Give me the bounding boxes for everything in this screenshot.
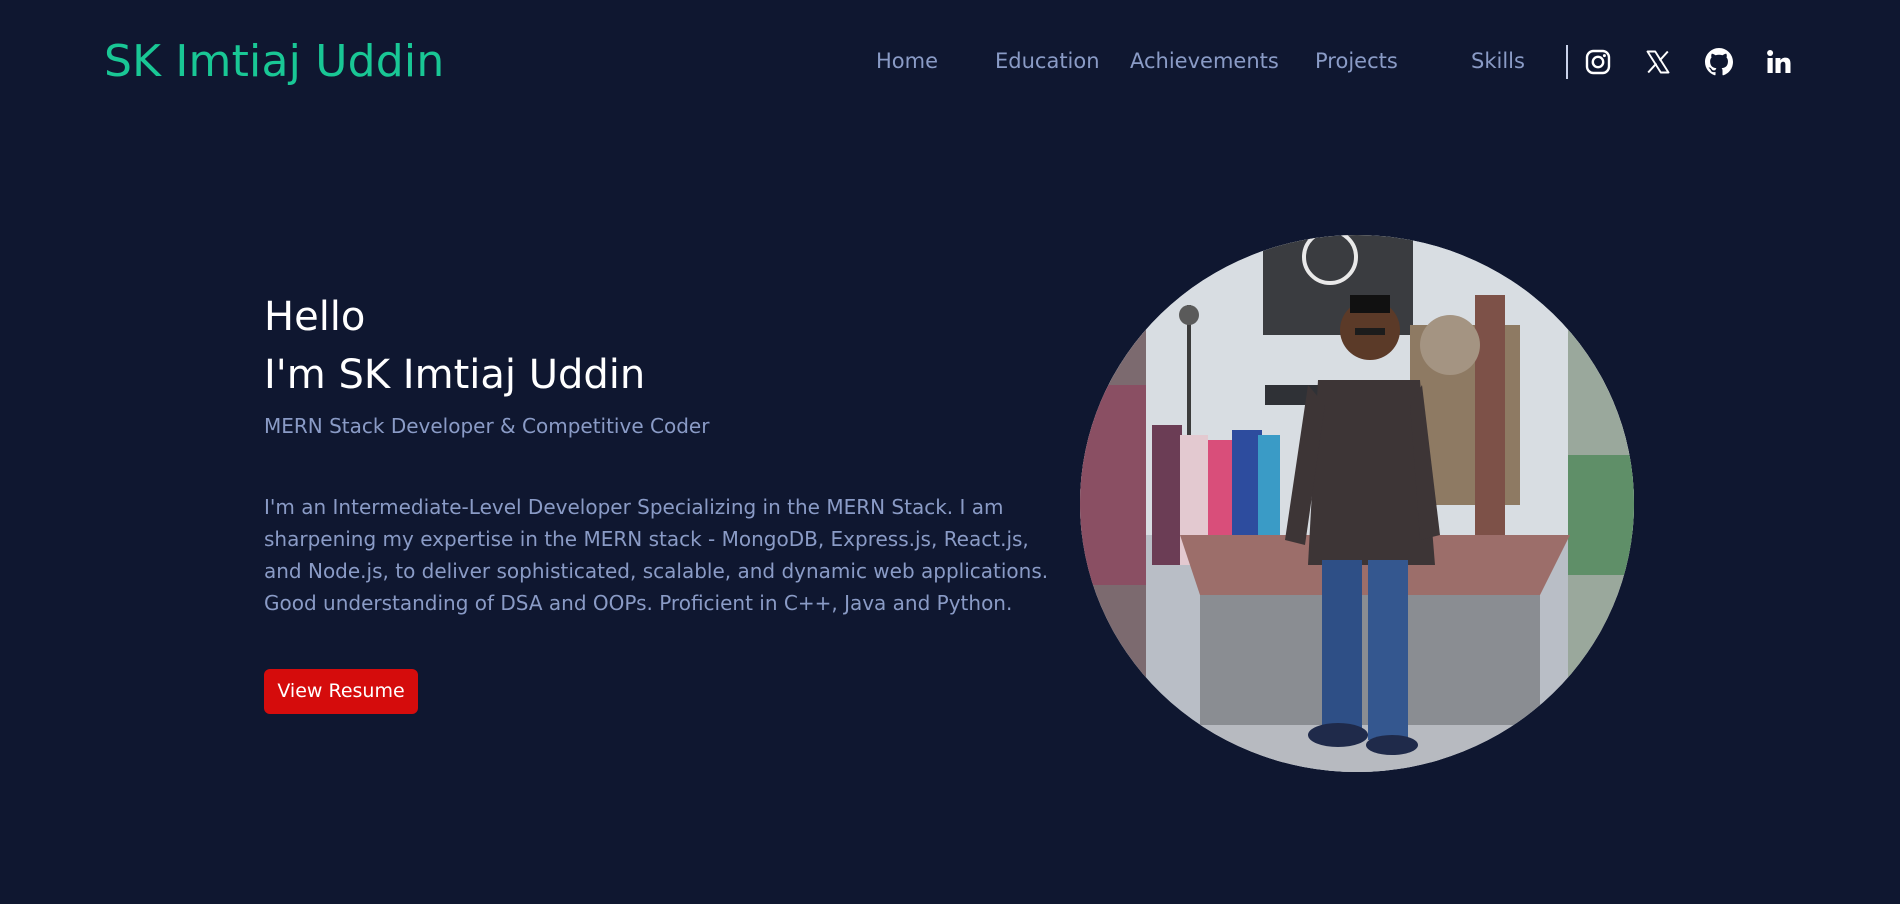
nav-achievements-link[interactable]: Achievements bbox=[1130, 47, 1279, 75]
profile-photo bbox=[1080, 235, 1634, 772]
view-resume-button[interactable]: View Resume bbox=[264, 669, 418, 714]
portfolio-page: SK Imtiaj Uddin Home Education Achieveme… bbox=[0, 0, 1900, 904]
instagram-icon bbox=[1585, 49, 1611, 75]
hero-bio-paragraph: I'm an Intermediate-Level Developer Spec… bbox=[264, 495, 1049, 615]
linkedin-icon bbox=[1767, 50, 1791, 73]
hero-tagline: MERN Stack Developer & Competitive Coder bbox=[264, 414, 710, 438]
nav-projects-link[interactable]: Projects bbox=[1315, 47, 1398, 75]
hero-greeting: Hello bbox=[264, 294, 366, 340]
nav-divider bbox=[1566, 45, 1568, 79]
nav-home-link[interactable]: Home bbox=[876, 47, 938, 75]
github-link[interactable] bbox=[1705, 48, 1733, 76]
linkedin-link[interactable] bbox=[1765, 48, 1793, 76]
instagram-link[interactable] bbox=[1584, 48, 1612, 76]
hero-name-heading: I'm SK Imtiaj Uddin bbox=[264, 352, 646, 398]
x-twitter-icon bbox=[1646, 50, 1670, 74]
nav-skills-link[interactable]: Skills bbox=[1471, 47, 1525, 75]
x-twitter-link[interactable] bbox=[1644, 48, 1672, 76]
github-icon bbox=[1705, 48, 1733, 76]
site-brand-logo[interactable]: SK Imtiaj Uddin bbox=[104, 34, 444, 90]
nav-education-link[interactable]: Education bbox=[995, 47, 1100, 75]
